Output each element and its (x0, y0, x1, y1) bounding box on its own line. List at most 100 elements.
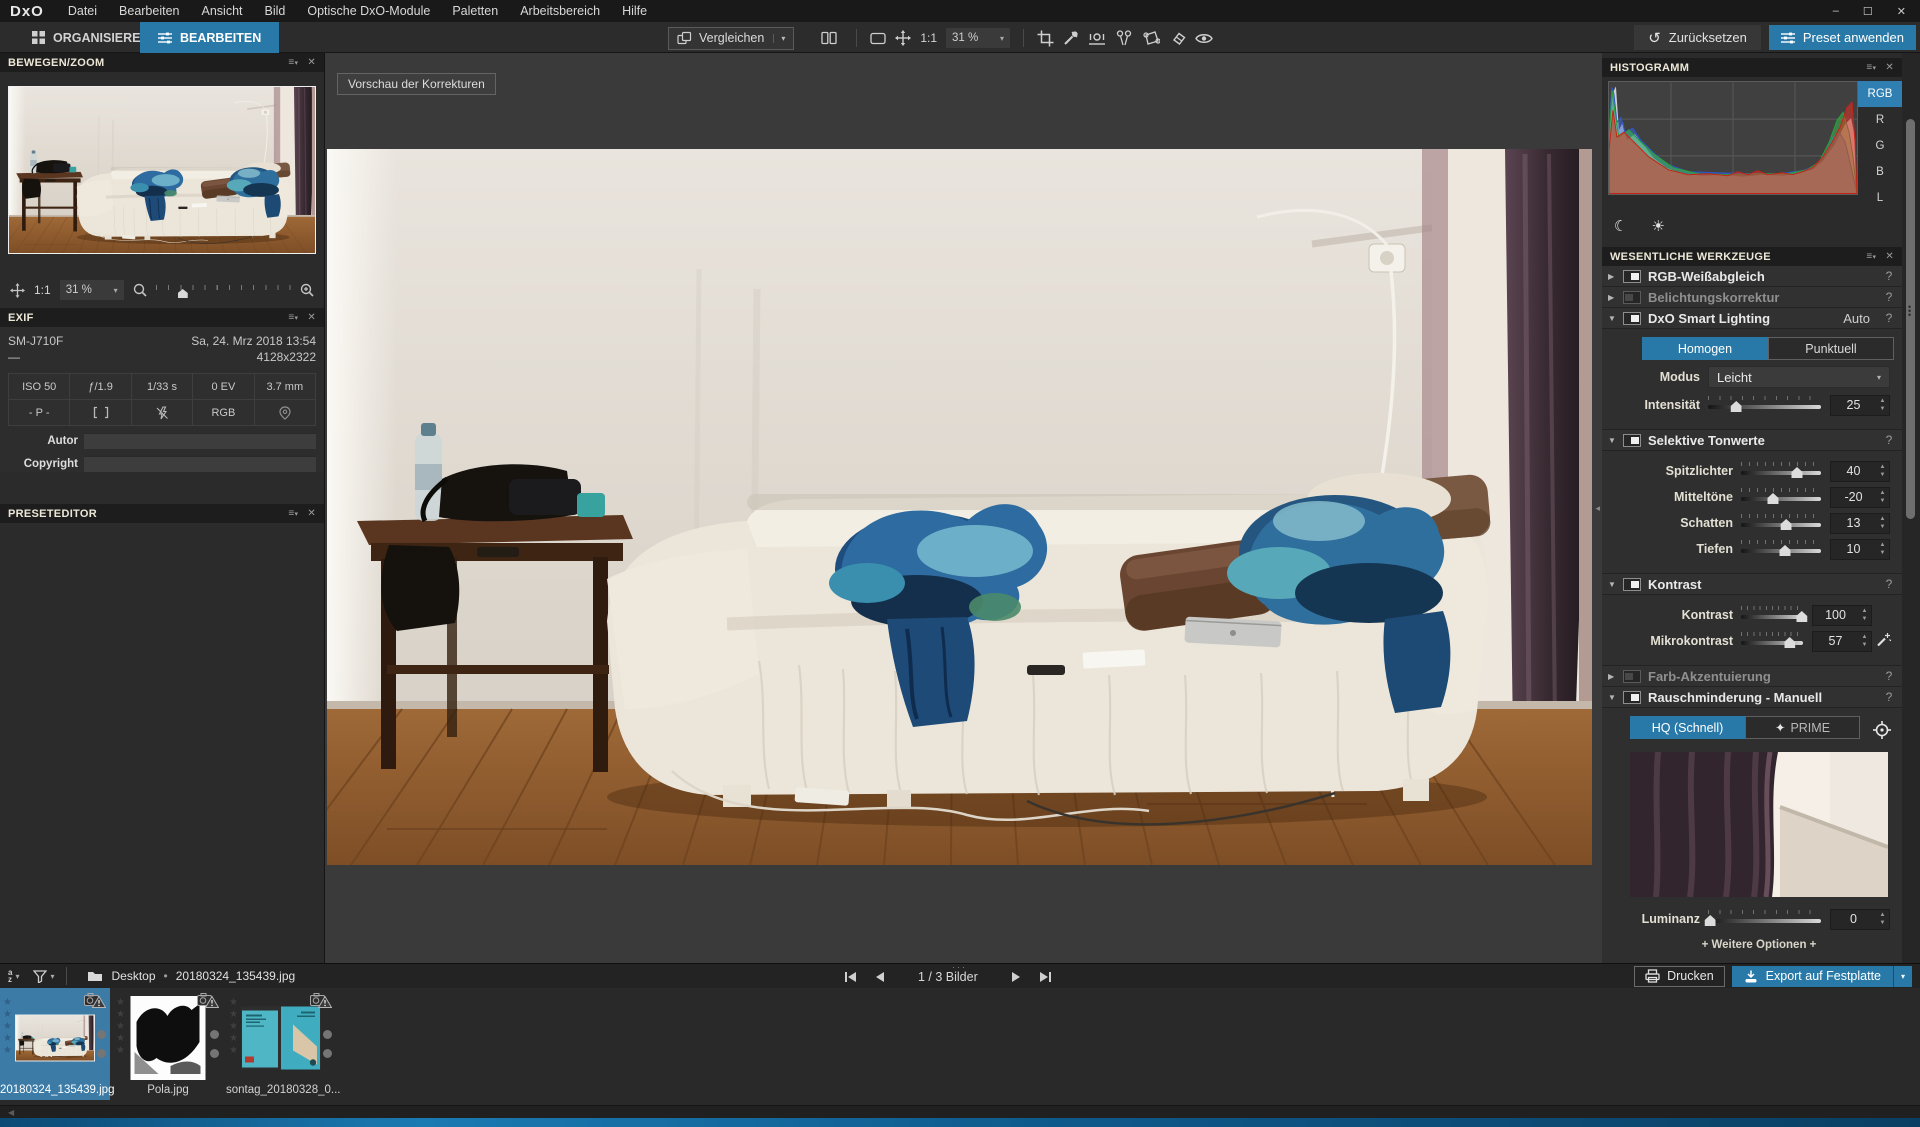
highlights-value[interactable]: 40 ▲▼ (1830, 461, 1890, 482)
tool-enabled-checkbox[interactable] (1623, 434, 1641, 447)
spin-up-icon[interactable]: ▲ (1880, 398, 1886, 404)
prime-button[interactable]: ✦ PRIME (1745, 716, 1860, 739)
zoom-slider-thumb[interactable] (178, 289, 188, 298)
fit-screen-icon[interactable] (870, 32, 886, 45)
blacks-slider[interactable] (1741, 540, 1821, 558)
spin-up-icon[interactable]: ▲ (1880, 464, 1886, 470)
spin-down-icon[interactable]: ▼ (1880, 472, 1886, 478)
channel-b[interactable]: B (1858, 159, 1902, 185)
split-view-icon[interactable] (821, 31, 837, 45)
zoom-select[interactable]: 31 % ▾ (60, 280, 124, 300)
scroll-left-icon[interactable]: ◀ (8, 1108, 14, 1117)
homogen-button[interactable]: Homogen (1642, 337, 1768, 360)
slider-thumb[interactable] (1784, 637, 1795, 648)
control-point-icon[interactable] (1115, 30, 1133, 46)
punktuell-button[interactable]: Punktuell (1768, 337, 1894, 360)
eraser-icon[interactable] (1169, 31, 1186, 46)
menu-ansicht[interactable]: Ansicht (202, 4, 243, 18)
print-button[interactable]: Drucken (1634, 966, 1725, 987)
tool-enabled-checkbox[interactable] (1623, 312, 1641, 325)
panel-close-icon[interactable]: ✕ (307, 312, 316, 323)
whitebalance-pipette-icon[interactable] (1063, 30, 1079, 46)
navigator-thumbnail[interactable] (8, 86, 316, 254)
mode-select[interactable]: Leicht ▾ (1708, 366, 1890, 388)
channel-g[interactable]: G (1858, 133, 1902, 159)
panel-collapse-arrow[interactable]: ◂ (1595, 503, 1600, 514)
midtones-slider[interactable] (1741, 488, 1821, 506)
move-icon[interactable] (10, 283, 25, 298)
slider-thumb[interactable] (1768, 493, 1779, 504)
spin-down-icon[interactable]: ▼ (1880, 498, 1886, 504)
panel-menu-icon[interactable]: ≡▾ (288, 57, 298, 68)
zoom-1to1[interactable]: 1:1 (34, 283, 51, 297)
right-panel-scrollbar[interactable]: ••• (1902, 53, 1920, 963)
tool-noise-reduction[interactable]: ▼ Rauschminderung - Manuell ? (1602, 687, 1902, 708)
menu-hilfe[interactable]: Hilfe (622, 4, 647, 18)
midtones-value[interactable]: -20 ▲▼ (1830, 487, 1890, 508)
crop-icon[interactable] (1037, 30, 1054, 47)
image-thumbnail[interactable] (241, 1007, 321, 1070)
menu-paletten[interactable]: Paletten (452, 4, 498, 18)
star-rating[interactable]: ★★★★★ (3, 997, 12, 1056)
main-photo[interactable] (327, 149, 1592, 865)
reset-button[interactable]: ↺ Zurücksetzen (1634, 25, 1761, 50)
panel-menu-icon[interactable]: ≡▾ (1866, 62, 1876, 73)
expand-arrow-icon[interactable]: ▶ (1608, 672, 1621, 681)
spin-down-icon[interactable]: ▼ (1880, 920, 1886, 926)
spin-down-icon[interactable]: ▼ (1880, 550, 1886, 556)
slider-thumb[interactable] (1731, 401, 1742, 412)
apply-preset-button[interactable]: Preset anwenden (1769, 25, 1916, 50)
spin-up-icon[interactable]: ▲ (1880, 490, 1886, 496)
help-icon[interactable]: ? (1882, 269, 1896, 283)
shadow-clipping-moon-icon[interactable]: ☾ (1614, 217, 1627, 239)
intensity-value[interactable]: 25 ▲▼ (1830, 395, 1890, 416)
slider-thumb[interactable] (1781, 519, 1792, 530)
zoom-in-icon[interactable] (300, 283, 314, 297)
intensity-slider[interactable] (1708, 396, 1821, 414)
spin-up-icon[interactable]: ▲ (1862, 634, 1868, 640)
filmstrip-item[interactable]: ★★★★★ (0, 988, 110, 1100)
panel-menu-icon[interactable]: ≡▾ (1866, 251, 1876, 262)
tool-selective-tones[interactable]: ▼ Selektive Tonwerte ? (1602, 430, 1902, 451)
horizon-tool-icon[interactable] (1088, 31, 1106, 46)
compare-button[interactable]: Vergleichen ▾ (668, 27, 794, 50)
control-line-icon[interactable] (1142, 30, 1160, 46)
maximize-icon[interactable]: ☐ (1863, 5, 1873, 18)
star-rating[interactable]: ★★★★★ (116, 997, 125, 1056)
image-thumbnail[interactable] (15, 1015, 95, 1062)
panel-close-icon[interactable]: ✕ (1885, 62, 1894, 73)
zoom-1to1[interactable]: 1:1 (920, 31, 937, 45)
help-icon[interactable]: ? (1882, 690, 1896, 704)
spin-down-icon[interactable]: ▼ (1862, 616, 1868, 622)
channel-r[interactable]: R (1858, 107, 1902, 133)
auto-badge[interactable]: Auto (1843, 311, 1870, 326)
tool-enabled-checkbox[interactable] (1623, 691, 1641, 704)
copyright-field[interactable] (84, 456, 316, 472)
filmstrip-item[interactable]: ★★★★★ Pola.jpg (113, 988, 223, 1100)
target-picker-icon[interactable] (1872, 720, 1892, 740)
highlight-clipping-sun-icon[interactable]: ☀ (1651, 217, 1664, 239)
magic-wand-icon[interactable] (1876, 632, 1891, 647)
highlights-slider[interactable] (1741, 462, 1821, 480)
panel-close-icon[interactable]: ✕ (1885, 251, 1894, 262)
sort-icon[interactable]: az▾ (8, 969, 19, 983)
filter-icon[interactable]: ▾ (33, 970, 54, 983)
panel-menu-icon[interactable]: ≡▾ (288, 508, 298, 519)
luminance-value[interactable]: 0 ▲▼ (1830, 909, 1890, 930)
zoom-select[interactable]: 31 % ▾ (946, 28, 1010, 48)
tool-rgb-whitebalance[interactable]: ▶ RGB-Weißabgleich ? (1602, 266, 1902, 287)
microcontrast-slider[interactable] (1741, 632, 1803, 650)
export-dropdown-icon[interactable]: ▾ (1893, 966, 1912, 987)
tool-enabled-checkbox[interactable] (1623, 291, 1641, 304)
collapse-arrow-icon[interactable]: ▼ (1608, 314, 1621, 323)
menu-arbeitsbereich[interactable]: Arbeitsbereich (520, 4, 600, 18)
collapse-arrow-icon[interactable]: ▼ (1608, 436, 1621, 445)
image-thumbnail[interactable] (131, 996, 206, 1080)
spin-down-icon[interactable]: ▼ (1880, 524, 1886, 530)
slider-thumb[interactable] (1792, 467, 1803, 478)
spin-down-icon[interactable]: ▼ (1862, 642, 1868, 648)
help-icon[interactable]: ? (1882, 311, 1896, 325)
tool-smart-lighting[interactable]: ▼ DxO Smart Lighting Auto ? (1602, 308, 1902, 329)
spin-down-icon[interactable]: ▼ (1880, 406, 1886, 412)
eye-icon[interactable] (1195, 32, 1213, 45)
